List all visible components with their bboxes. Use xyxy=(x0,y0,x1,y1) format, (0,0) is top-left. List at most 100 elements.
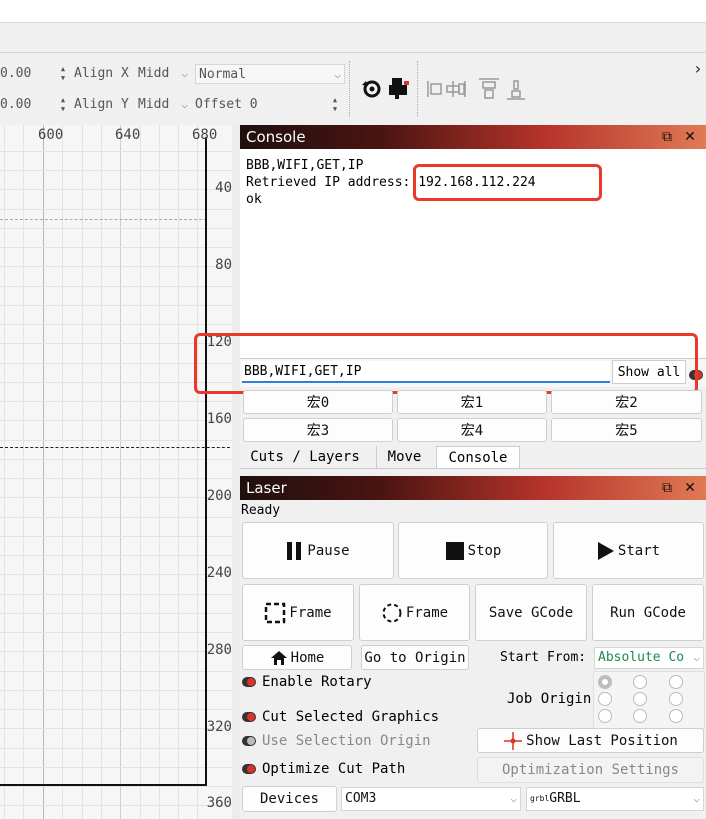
frame-circle-icon xyxy=(382,603,402,622)
chevron-down-icon: ⌵ xyxy=(693,648,700,668)
x-value-field[interactable]: 0.00 xyxy=(0,63,31,85)
macro-button[interactable]: 宏2 xyxy=(551,390,702,414)
laser-title-bar: Laser ⧉ ✕ xyxy=(240,476,706,500)
ruler-y-label: 320 xyxy=(206,719,232,735)
optimization-settings-button[interactable]: Optimization Settings xyxy=(477,757,704,783)
laser-head-icon[interactable] xyxy=(386,75,412,101)
origin-radio[interactable] xyxy=(669,692,683,706)
float-icon[interactable]: ⧉ xyxy=(658,476,676,500)
crosshair-icon xyxy=(504,731,523,750)
float-icon[interactable]: ⧉ xyxy=(658,125,676,149)
align-x-spinner[interactable]: ▲ ▼ xyxy=(58,65,68,85)
devices-button[interactable]: Devices xyxy=(242,786,337,812)
dashed-guide xyxy=(0,447,240,448)
macro-button[interactable]: 宏1 xyxy=(397,390,547,414)
chevron-down-icon: ⌵ xyxy=(181,98,188,111)
frame-rect-icon xyxy=(265,602,286,623)
ruler-y-label: 360 xyxy=(206,795,232,811)
home-icon xyxy=(270,650,287,665)
origin-radio[interactable] xyxy=(669,675,683,689)
console-title-bar: Console ⧉ ✕ xyxy=(240,125,706,149)
rotate-icon[interactable] xyxy=(360,77,386,101)
optimize-cut-path-checkbox[interactable]: Optimize Cut Path xyxy=(242,761,405,777)
offset-label: Offset 0 xyxy=(195,97,258,112)
chevron-down-icon: ⌵ xyxy=(181,67,188,80)
ruler-y-label: 40 xyxy=(215,180,232,196)
tab-console[interactable]: Console xyxy=(436,446,520,468)
close-icon[interactable]: ✕ xyxy=(681,125,699,149)
y-value-field[interactable]: 0.00 xyxy=(0,94,31,116)
stop-icon xyxy=(445,541,464,560)
ruler-y-label: 160 xyxy=(206,411,232,427)
chevron-right-icon[interactable]: › xyxy=(693,59,703,78)
frame-circle-button[interactable]: Frame xyxy=(359,584,470,641)
frame-rect-button[interactable]: Frame xyxy=(242,584,354,641)
origin-radio[interactable] xyxy=(633,692,647,706)
origin-radio[interactable] xyxy=(633,709,647,723)
offset-spinner[interactable]: ▲ ▼ xyxy=(330,96,340,116)
use-selection-origin-checkbox[interactable]: Use Selection Origin xyxy=(242,733,431,749)
tab-move[interactable]: Move xyxy=(376,446,432,468)
run-gcode-button[interactable]: Run GCode xyxy=(592,584,704,641)
ruler-y-label: 80 xyxy=(215,257,232,273)
ruler-y-label: 200 xyxy=(206,488,232,504)
work-area-border xyxy=(205,137,207,785)
origin-radio[interactable] xyxy=(598,675,612,689)
tab-cuts-layers[interactable]: Cuts / Layers xyxy=(244,446,366,468)
port-select[interactable]: COM3 ⌵ xyxy=(341,787,521,811)
align-y-spinner[interactable]: ▲ ▼ xyxy=(58,96,68,116)
start-button[interactable]: Start xyxy=(553,522,704,579)
chevron-down-icon: ⌵ xyxy=(693,792,700,805)
work-area-border xyxy=(0,784,207,786)
dashed-guide xyxy=(0,219,207,220)
origin-radio[interactable] xyxy=(598,692,612,706)
highlight-box xyxy=(413,164,602,201)
toggle-switch[interactable] xyxy=(242,712,256,722)
laser-status: Ready xyxy=(241,503,281,518)
align-x-label: Align X xyxy=(74,66,129,81)
console-title: Console xyxy=(246,128,306,146)
origin-radio[interactable] xyxy=(633,675,647,689)
pause-button[interactable]: Pause xyxy=(242,522,394,579)
ruler-y-label: 280 xyxy=(206,642,232,658)
chevron-down-icon: ⌵ xyxy=(510,792,517,805)
align-y-select[interactable]: Midd ⌵ xyxy=(135,95,191,115)
macro-button[interactable]: 宏5 xyxy=(551,418,702,442)
job-origin-label: Job Origin xyxy=(507,691,592,707)
macro-button[interactable]: 宏0 xyxy=(243,390,393,414)
toolbar: 0.00 0.00 ▲ ▼ ▲ ▼ Align X Align Y Midd ⌵ Mi… xyxy=(0,52,706,126)
play-icon xyxy=(597,541,614,560)
toggle-switch[interactable] xyxy=(242,764,256,774)
origin-radio[interactable] xyxy=(598,709,612,723)
panel-splitter[interactable] xyxy=(232,125,240,819)
cut-selected-checkbox[interactable]: Cut Selected Graphics xyxy=(242,709,439,725)
show-last-position-button[interactable]: Show Last Position xyxy=(477,728,704,753)
enable-rotary-checkbox[interactable]: Enable Rotary xyxy=(242,674,372,690)
macro-button[interactable]: 宏3 xyxy=(243,418,393,442)
toggle-switch[interactable] xyxy=(242,736,256,746)
stop-button[interactable]: Stop xyxy=(398,522,548,579)
chevron-down-icon: ⌵ xyxy=(334,68,341,81)
title-strip xyxy=(0,0,706,23)
home-button[interactable]: Home xyxy=(242,645,352,670)
canvas-area[interactable]: 600 640 680 40 80 120 160 200 240 280 32… xyxy=(0,125,240,819)
align-tools-icons[interactable] xyxy=(425,77,529,101)
mode-select[interactable]: Normal ⌵ xyxy=(195,64,345,84)
macro-button[interactable]: 宏4 xyxy=(397,418,547,442)
toggle-switch[interactable] xyxy=(242,677,256,687)
pause-icon xyxy=(287,541,302,560)
toolbar-separator xyxy=(417,61,419,117)
ruler-x-label: 600 xyxy=(38,127,64,143)
start-from-select[interactable]: Absolute Co ⌵ xyxy=(594,647,704,669)
align-y-label: Align Y xyxy=(74,97,129,112)
start-from-label: Start From: xyxy=(500,650,587,665)
go-to-origin-button[interactable]: Go to Origin xyxy=(361,645,469,670)
controller-select[interactable]: grblGRBL ⌵ xyxy=(526,787,704,811)
ruler-y-label: 240 xyxy=(206,565,232,581)
origin-radio[interactable] xyxy=(669,709,683,723)
close-icon[interactable]: ✕ xyxy=(681,476,699,500)
laser-title: Laser xyxy=(246,479,287,497)
ruler-x-label: 680 xyxy=(192,127,218,143)
save-gcode-button[interactable]: Save GCode xyxy=(475,584,587,641)
align-x-select[interactable]: Midd ⌵ xyxy=(135,64,191,84)
